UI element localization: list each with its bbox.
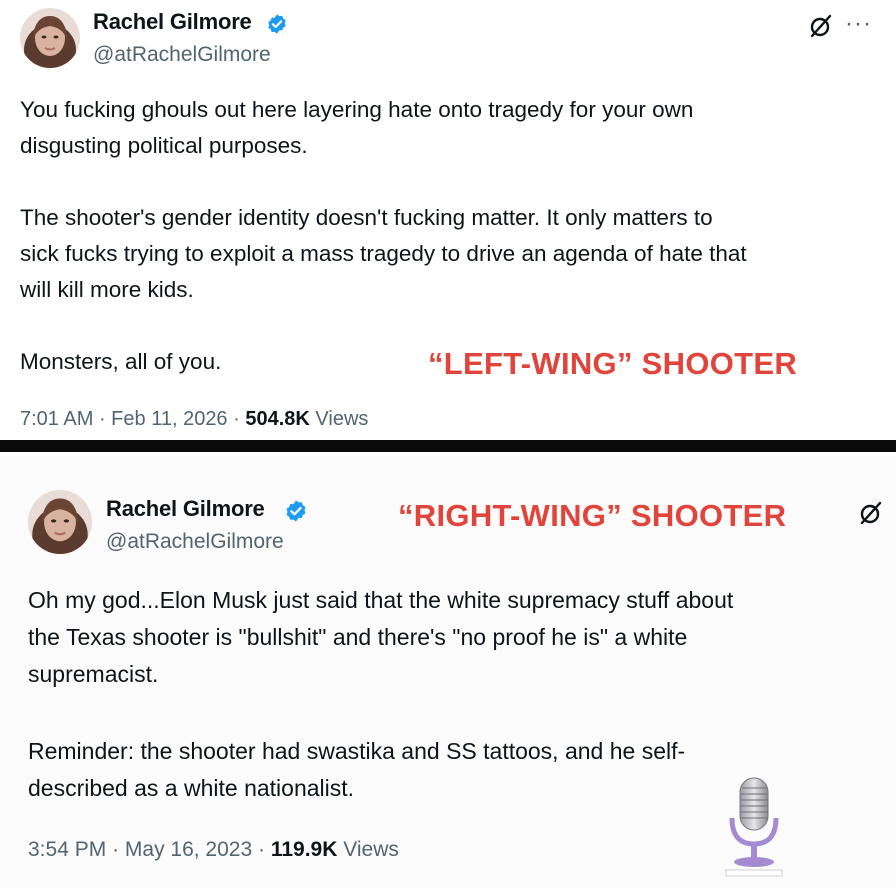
author-name[interactable]: Rachel Gilmore xyxy=(106,496,265,522)
tweet-text-paragraph: You fucking ghouls out here layering hat… xyxy=(20,97,694,158)
tweet-metadata: 7:01 AM · Feb 11, 2026 · 504.8K Views xyxy=(20,408,368,431)
microphone-logo-icon xyxy=(725,777,783,877)
tweet-date[interactable]: Feb 11, 2026 xyxy=(111,408,227,430)
meta-separator: · xyxy=(112,838,125,861)
grok-icon[interactable] xyxy=(808,13,834,39)
tweet-time[interactable]: 7:01 AM xyxy=(20,408,93,430)
meta-separator: · xyxy=(98,408,112,430)
tweet-text-paragraph: Oh my god...Elon Musk just said that the… xyxy=(28,587,734,687)
avatar[interactable] xyxy=(28,490,92,554)
avatar-image xyxy=(28,490,92,554)
author-handle[interactable]: @atRachelGilmore xyxy=(93,43,271,67)
views-label: Views xyxy=(315,408,369,430)
views-label: Views xyxy=(343,838,399,861)
tweet-time[interactable]: 3:54 PM xyxy=(28,838,106,861)
meta-separator: · xyxy=(233,408,246,430)
avatar[interactable] xyxy=(20,8,80,68)
views-count: 119.9K xyxy=(270,838,338,861)
verified-badge-icon xyxy=(286,500,306,522)
avatar-image xyxy=(20,8,80,68)
panel-divider xyxy=(0,436,896,456)
tweet-text-paragraph: Monsters, all of you. xyxy=(20,349,222,374)
tweet-top: Rachel Gilmore @atRachelGilmore ··· You … xyxy=(0,0,896,436)
verified-badge-icon xyxy=(268,14,286,34)
meta-separator: · xyxy=(258,838,271,861)
grok-icon[interactable] xyxy=(858,500,884,526)
more-options-icon[interactable]: ··· xyxy=(845,12,872,36)
tweet-text-paragraph: The shooter's gender identity doesn't fu… xyxy=(20,205,747,302)
tweet-date[interactable]: May 16, 2023 xyxy=(125,838,252,861)
views-count: 504.8K xyxy=(245,408,310,430)
tweet-metadata: 3:54 PM · May 16, 2023 · 119.9K Views xyxy=(28,838,399,862)
overlay-label-left-wing: “LEFT-WING” SHOOTER xyxy=(428,346,798,381)
author-name[interactable]: Rachel Gilmore xyxy=(93,9,252,35)
overlay-label-right-wing: “RIGHT-WING” SHOOTER xyxy=(398,498,787,533)
author-handle[interactable]: @atRachelGilmore xyxy=(106,530,284,554)
